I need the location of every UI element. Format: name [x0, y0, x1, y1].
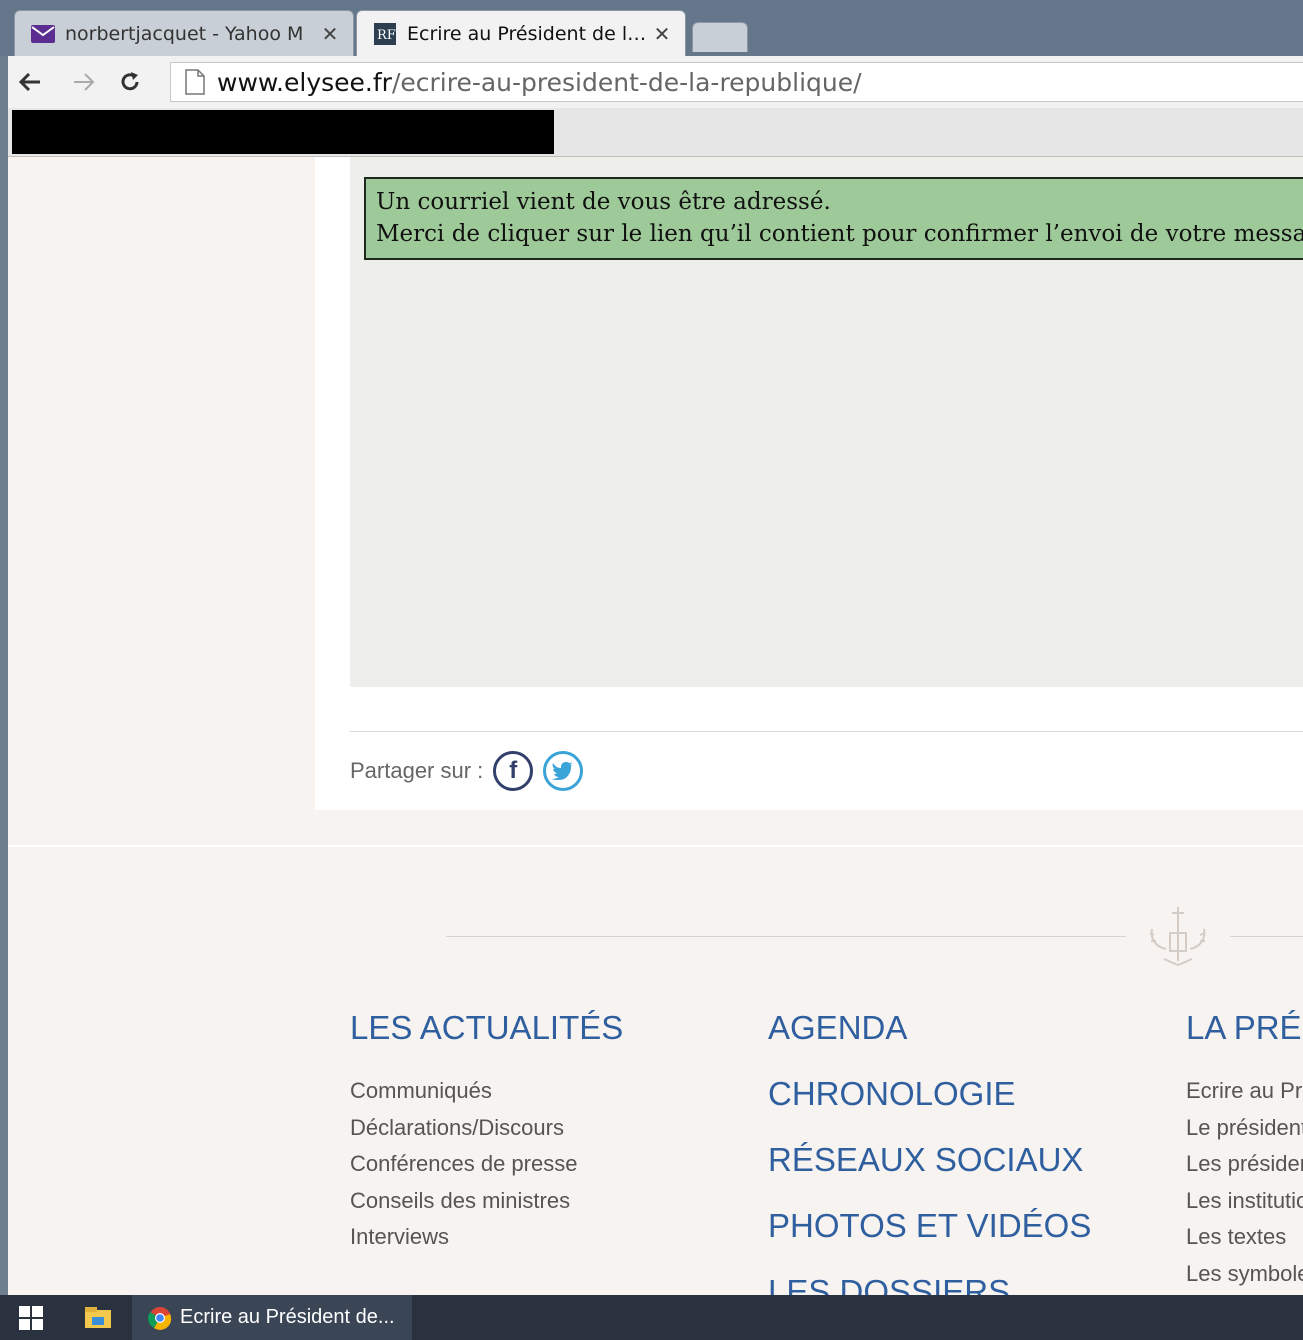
back-arrow-icon[interactable] — [14, 66, 46, 98]
footer-link[interactable]: Conseils des ministres — [350, 1183, 623, 1220]
footer-divider — [1230, 936, 1303, 937]
footer-link[interactable]: Les institutions — [1186, 1183, 1303, 1220]
taskbar: Ecrire au Président de... — [0, 1295, 1303, 1340]
notice-line-2: Merci de cliquer sur le lien qu’il conti… — [376, 221, 1303, 247]
rf-logo-icon: RF — [373, 22, 397, 45]
footer-link[interactable]: Les présidents — [1186, 1146, 1303, 1183]
reload-icon[interactable] — [114, 66, 146, 98]
footer-link[interactable]: Les symboles — [1186, 1256, 1303, 1293]
url-path: /ecrire-au-president-de-la-republique/ — [391, 67, 862, 97]
footer-heading[interactable]: PHOTOS ET VIDÉOS — [768, 1207, 1091, 1245]
redaction-block — [12, 110, 554, 154]
facebook-icon[interactable]: f — [493, 751, 534, 791]
footer-column-sections: AGENDA CHRONOLOGIE RÉSEAUX SOCIAUX PHOTO… — [768, 1009, 1091, 1295]
footer-column-presidence: LA PRÉSIDENCE Ecrire au Président Le pré… — [1186, 1009, 1303, 1292]
footer-heading[interactable]: RÉSEAUX SOCIAUX — [768, 1141, 1091, 1179]
taskbar-chrome-label: Ecrire au Président de... — [180, 1306, 395, 1328]
footer-link[interactable]: Communiqués — [350, 1073, 623, 1110]
new-tab-button[interactable] — [692, 22, 748, 52]
footer-column-actualites: LES ACTUALITÉS Communiqués Déclarations/… — [350, 1009, 623, 1256]
tab-title: norbertjacquet - Yahoo M — [65, 22, 304, 45]
footer-heading[interactable]: CHRONOLOGIE — [768, 1075, 1091, 1113]
share-bar: Partager sur : f — [350, 751, 584, 791]
page-content: Un courriel vient de vous être adressé. … — [8, 157, 1303, 1295]
footer-link[interactable]: Ecrire au Président — [1186, 1073, 1303, 1110]
footer-heading[interactable]: LES DOSSIERS — [768, 1273, 1091, 1295]
footer-separator — [8, 845, 1303, 847]
forward-arrow-icon[interactable] — [68, 66, 100, 98]
twitter-icon[interactable] — [543, 751, 584, 791]
footer-link[interactable]: Les textes — [1186, 1219, 1303, 1256]
address-bar[interactable]: www.elysee.fr/ecrire-au-president-de-la-… — [170, 62, 1303, 102]
footer-heading[interactable]: LA PRÉSIDENCE — [1186, 1009, 1303, 1047]
url-host: www.elysee.fr — [217, 67, 392, 97]
bookmarks-bar — [8, 108, 1303, 157]
file-explorer-icon[interactable] — [84, 1295, 112, 1340]
tab-yahoo-mail[interactable]: norbertjacquet - Yahoo M ✕ — [14, 10, 354, 56]
republic-emblem-icon — [1138, 899, 1218, 979]
share-label: Partager sur : — [350, 758, 484, 783]
footer-heading[interactable]: AGENDA — [768, 1009, 1091, 1047]
tab-title: Ecrire au Président de la R — [407, 22, 649, 45]
svg-text:RF: RF — [377, 28, 396, 43]
mail-icon — [31, 24, 55, 44]
divider — [350, 731, 1303, 732]
confirmation-notice: Un courriel vient de vous être adressé. … — [364, 177, 1303, 260]
footer-link[interactable]: Conférences de presse — [350, 1146, 623, 1183]
notice-line-1: Un courriel vient de vous être adressé. — [376, 189, 831, 215]
tab-elysee[interactable]: RF Ecrire au Président de la R ✕ — [356, 10, 686, 56]
footer-link[interactable]: Interviews — [350, 1219, 623, 1256]
close-tab-icon[interactable]: ✕ — [649, 22, 675, 46]
browser-toolbar: www.elysee.fr/ecrire-au-president-de-la-… — [8, 56, 1303, 109]
tab-strip: norbertjacquet - Yahoo M ✕ RF Ecrire au … — [0, 0, 1303, 56]
chrome-icon — [148, 1306, 172, 1330]
close-tab-icon[interactable]: ✕ — [317, 22, 343, 46]
taskbar-chrome-item[interactable]: Ecrire au Président de... — [132, 1295, 412, 1340]
footer-heading[interactable]: LES ACTUALITÉS — [350, 1009, 623, 1047]
windows-start-icon[interactable] — [18, 1295, 44, 1340]
footer-link[interactable]: Le président — [1186, 1110, 1303, 1147]
footer-link[interactable]: Déclarations/Discours — [350, 1110, 623, 1147]
footer-divider — [446, 936, 1126, 937]
page-icon — [185, 69, 207, 95]
